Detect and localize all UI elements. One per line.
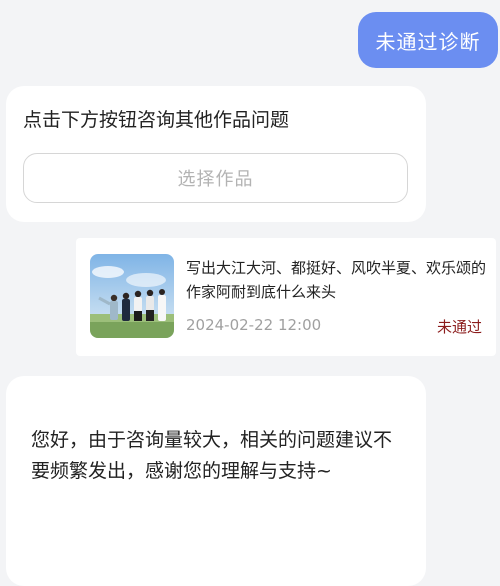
work-card[interactable]: 写出大江大河、都挺好、风吹半夏、欢乐颂的作家阿耐到底什么来头 2024-02-2… [76, 238, 496, 356]
work-date: 2024-02-22 12:00 [186, 316, 322, 334]
bot-reply-bubble: 您好，由于咨询量较大，相关的问题建议不要频繁发出，感谢您的理解与支持~ [6, 376, 426, 586]
work-thumbnail-image [90, 254, 174, 338]
work-thumbnail [90, 254, 174, 338]
consult-card-title: 点击下方按钮咨询其他作品问题 [23, 109, 290, 131]
work-status-badge: 未通过 [436, 318, 482, 336]
user-message-text: 未通过诊断 [375, 29, 481, 54]
bot-reply-text: 您好，由于咨询量较大，相关的问题建议不要频繁发出，感谢您的理解与支持~ [31, 429, 393, 482]
user-message-bubble: 未通过诊断 [358, 12, 498, 68]
work-title: 写出大江大河、都挺好、风吹半夏、欢乐颂的作家阿耐到底什么来头 [186, 259, 487, 301]
consult-card: 点击下方按钮咨询其他作品问题 选择作品 [6, 86, 426, 222]
select-work-button-label: 选择作品 [177, 169, 254, 190]
select-work-button[interactable]: 选择作品 [23, 153, 408, 203]
